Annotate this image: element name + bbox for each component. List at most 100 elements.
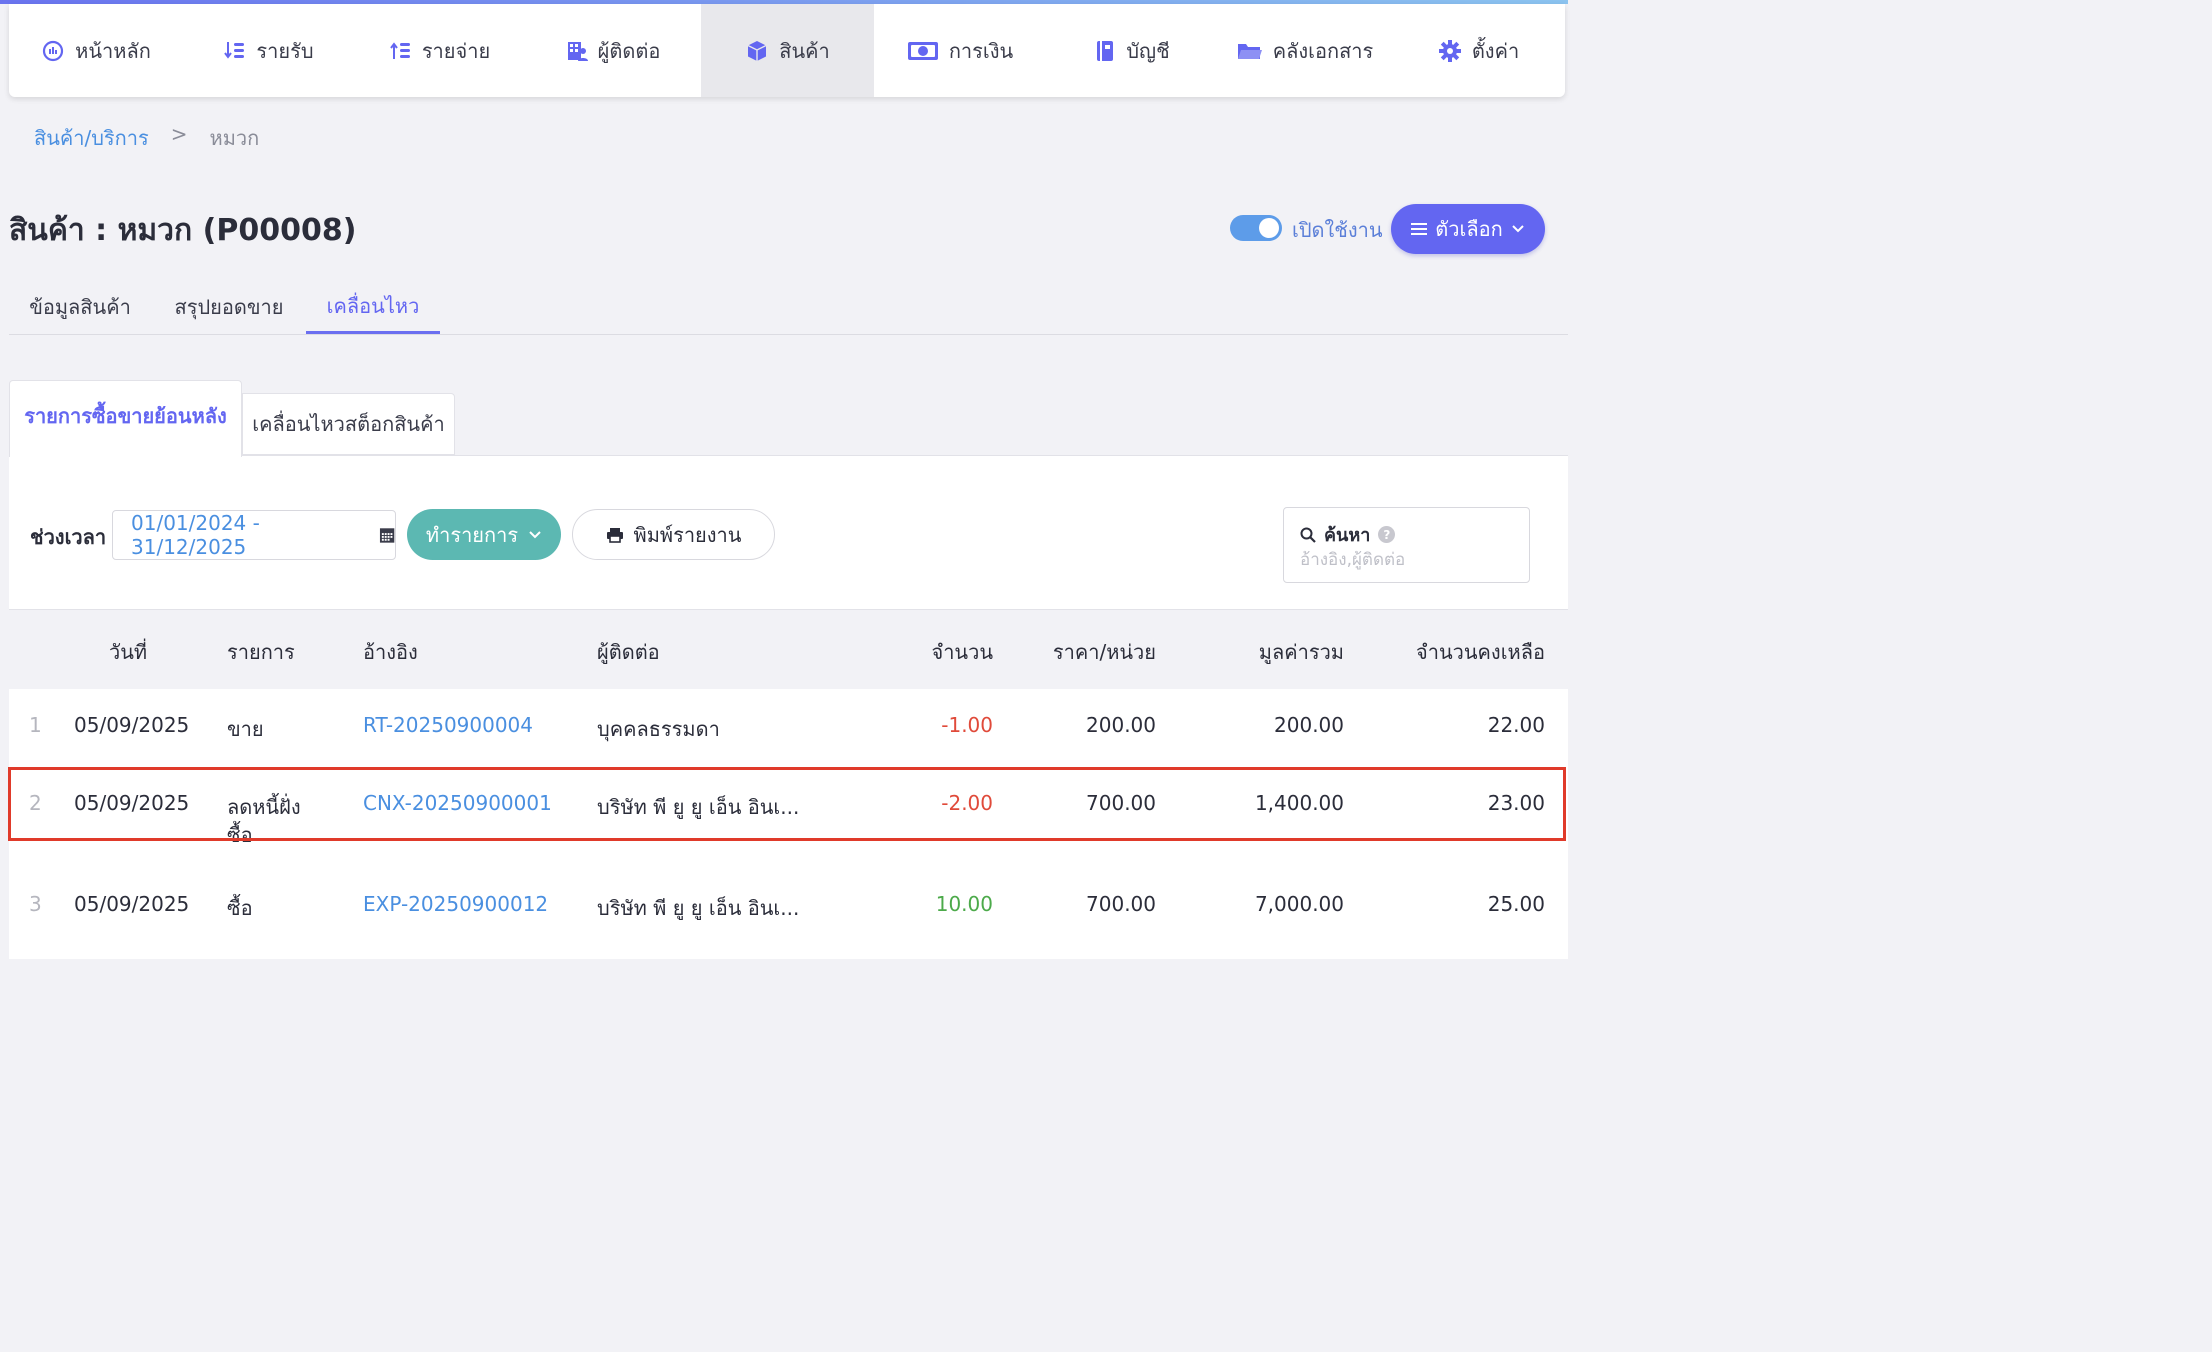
row-type-line2: ซื้อ [227, 823, 253, 847]
col-unit-price[interactable]: ราคา/หน่วย [1053, 636, 1156, 668]
row-date: 05/09/2025 [74, 791, 190, 815]
date-range-input[interactable]: 01/01/2024 - 31/12/2025 [112, 510, 396, 560]
product-tabs: ข้อมูลสินค้า สรุปยอดขาย เคลื่อนไหว [9, 280, 1568, 335]
nav-item-accounting[interactable]: บัญชี [1046, 4, 1218, 97]
col-qty[interactable]: จำนวน [931, 636, 993, 668]
options-button-label: ตัวเลือก [1435, 217, 1503, 241]
search-box: ค้นหา ? [1283, 507, 1530, 583]
help-icon[interactable]: ? [1378, 526, 1396, 543]
search-icon [1300, 527, 1316, 543]
income-icon [224, 41, 245, 59]
page-title: สินค้า : หมวก (P00008) [9, 213, 357, 248]
nav-item-documents[interactable]: คลังเอกสาร [1218, 4, 1392, 97]
row-date: 05/09/2025 [74, 713, 190, 737]
nav-label-income: รายรับ [256, 38, 314, 63]
make-transaction-button[interactable]: ทำรายการ [407, 509, 561, 560]
row-qty: -1.00 [941, 713, 993, 737]
folder-icon [1237, 43, 1262, 59]
nav-item-products[interactable]: สินค้า [701, 4, 874, 97]
row-contact: บุคคลธรรมดา [597, 717, 720, 741]
menu-icon [1411, 223, 1428, 235]
row-type: ซื้อ [227, 896, 253, 920]
print-report-label: พิมพ์รายงาน [633, 522, 742, 547]
table-row[interactable]: 1 05/09/2025 ขาย RT-20250900004 บุคคลธรร… [9, 689, 1568, 767]
row-qty: -2.00 [941, 791, 993, 815]
row-ref-link[interactable]: EXP-20250900012 [363, 892, 548, 916]
col-ref[interactable]: อ้างอิง [363, 636, 418, 668]
row-ref-link[interactable]: CNX-20250900001 [363, 791, 552, 815]
table-row[interactable]: 3 05/09/2025 ซื้อ EXP-20250900012 บริษัท… [9, 868, 1568, 940]
tab-sales-summary[interactable]: สรุปยอดขาย [161, 280, 297, 333]
row-unit-price: 700.00 [1086, 791, 1156, 815]
period-label: ช่วงเวลา [30, 525, 107, 549]
active-toggle-label: เปิดใช้งาน [1292, 218, 1383, 242]
row-number: 3 [29, 892, 42, 916]
nav-item-expense[interactable]: รายจ่าย [355, 4, 525, 97]
row-total: 7,000.00 [1254, 892, 1344, 916]
contacts-icon [567, 41, 588, 61]
search-header: ค้นหา ? [1300, 520, 1396, 549]
nav-label-finance: การเงิน [948, 38, 1014, 63]
box-icon [747, 40, 767, 61]
date-range-value: 01/01/2024 - 31/12/2025 [131, 511, 260, 559]
row-contact: บริษัท พี ยู ยู เอ็น อินเ... [597, 896, 800, 920]
nav-item-settings[interactable]: ตั้งค่า [1392, 4, 1565, 97]
col-type[interactable]: รายการ [227, 636, 295, 668]
options-button[interactable]: ตัวเลือก [1391, 204, 1545, 254]
row-balance: 22.00 [1487, 713, 1545, 737]
table-header: วันที่ รายการ อ้างอิง ผู้ติดต่อ จำนวน รา… [9, 609, 1568, 691]
nav-label-accounting: บัญชี [1126, 38, 1170, 63]
search-label: ค้นหา [1324, 525, 1371, 546]
printer-icon [606, 527, 623, 543]
money-icon [907, 41, 938, 60]
gear-icon [1438, 39, 1461, 62]
row-unit-price: 200.00 [1086, 713, 1156, 737]
dashboard-icon [43, 40, 64, 61]
chevron-down-icon [1512, 225, 1524, 233]
row-total: 1,400.00 [1254, 791, 1344, 815]
subtab-stock-movement[interactable]: เคลื่อนไหวสต็อกสินค้า [242, 393, 455, 455]
table-row[interactable]: 2 05/09/2025 ลดหนี้ฝั่ง ซื้อ CNX-2025090… [9, 767, 1568, 847]
row-total: 200.00 [1274, 713, 1344, 737]
calendar-icon [379, 528, 395, 543]
active-toggle[interactable] [1230, 215, 1282, 241]
nav-label-expense: รายจ่าย [421, 38, 491, 63]
breadcrumb-parent-link[interactable]: สินค้า/บริการ [34, 122, 149, 154]
nav-label-home: หน้าหลัก [75, 38, 151, 63]
breadcrumb-current: หมวก [209, 126, 260, 150]
breadcrumb-separator: > [170, 122, 188, 146]
col-total[interactable]: มูลค่ารวม [1259, 636, 1344, 668]
nav-label-documents: คลังเอกสาร [1272, 38, 1374, 63]
col-contact[interactable]: ผู้ติดต่อ [597, 636, 660, 668]
make-transaction-label: ทำรายการ [425, 522, 519, 547]
row-number: 2 [29, 791, 42, 815]
subtab-trade-history[interactable]: รายการซื้อขายย้อนหลัง [9, 380, 242, 457]
chevron-down-icon [529, 530, 541, 538]
nav-item-finance[interactable]: การเงิน [874, 4, 1046, 97]
nav-label-products: สินค้า [779, 38, 830, 63]
main-navbar: หน้าหลัก รายรับ รายจ่าย ผู้ติดต่อ สินค้า… [9, 4, 1565, 97]
nav-item-home[interactable]: หน้าหลัก [9, 4, 183, 97]
col-balance[interactable]: จำนวนคงเหลือ [1416, 636, 1545, 668]
row-type: ขาย [227, 717, 264, 741]
row-balance: 25.00 [1487, 892, 1545, 916]
print-report-button[interactable]: พิมพ์รายงาน [572, 509, 775, 560]
row-ref-link[interactable]: RT-20250900004 [363, 713, 533, 737]
ledger-icon [1097, 40, 1114, 61]
search-input[interactable] [1300, 550, 1510, 570]
breadcrumb: สินค้า/บริการ > หมวก [34, 122, 259, 154]
nav-label-contacts: ผู้ติดต่อ [597, 38, 661, 63]
col-date[interactable]: วันที่ [109, 636, 147, 668]
nav-item-contacts[interactable]: ผู้ติดต่อ [525, 4, 701, 97]
nav-label-settings: ตั้งค่า [1471, 38, 1520, 63]
row-number: 1 [29, 713, 42, 737]
expense-icon [390, 41, 410, 59]
tab-product-info[interactable]: ข้อมูลสินค้า [9, 280, 151, 333]
tab-movement[interactable]: เคลื่อนไหว [306, 280, 440, 334]
nav-item-income[interactable]: รายรับ [183, 4, 355, 97]
row-contact: บริษัท พี ยู ยู เอ็น อินเ... [597, 795, 800, 819]
row-date: 05/09/2025 [74, 892, 190, 916]
row-unit-price: 700.00 [1086, 892, 1156, 916]
row-qty: 10.00 [935, 892, 993, 916]
row-balance: 23.00 [1487, 791, 1545, 815]
